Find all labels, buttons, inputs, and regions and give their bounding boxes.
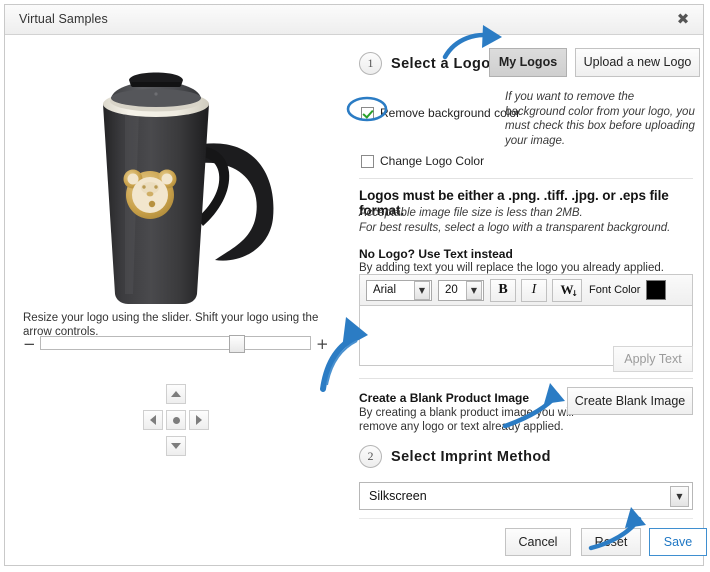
logo-format-notes: Acceptable image file size is less than … [359,206,705,235]
text-tool-subline: By adding text you will replace the logo… [359,262,664,274]
step-1-number: 1 [359,52,382,75]
center-dot-icon [172,416,180,424]
divider [359,518,693,519]
font-size-value: 20 [445,284,458,296]
blank-image-headline: Create a Blank Product Image [359,391,530,405]
font-color-label: Font Color [589,284,641,296]
nudge-left-button[interactable] [143,410,163,430]
font-family-value: Arial [373,284,397,296]
step-2-number: 2 [359,445,382,468]
bold-button[interactable]: B [490,278,516,302]
chevron-down-icon[interactable]: ▼ [670,485,689,507]
nudge-up-button[interactable] [166,384,186,404]
virtual-samples-dialog: Virtual Samples ✖ Resize your logo using… [4,4,707,567]
nudge-center-button[interactable] [166,410,186,430]
slider-track[interactable] [40,335,311,353]
nudge-right-button[interactable] [189,410,209,430]
product-image [5,36,345,306]
font-family-select[interactable]: Arial ▼ [366,279,432,301]
chevron-down-icon[interactable]: ▼ [466,280,482,300]
close-icon[interactable]: ✖ [674,10,692,28]
cancel-button[interactable]: Cancel [505,528,571,556]
logo-size-slider[interactable]: − + [23,333,329,355]
blank-image-subline: By creating a blank product image you wi… [359,407,574,433]
step-2-header: 2 Select Imprint Method [359,445,551,468]
apply-text-button[interactable]: Apply Text [613,346,693,372]
wordart-arrow-icon: ↓ [571,288,578,298]
upload-new-logo-button[interactable]: Upload a new Logo [575,48,700,77]
slider-increase-icon[interactable]: + [316,335,329,353]
slider-decrease-icon[interactable]: − [23,335,36,353]
chevron-down-icon[interactable]: ▼ [414,280,430,300]
change-logo-color-checkbox[interactable]: Change Logo Color [361,154,484,168]
step-1-header: 1 Select a Logo [359,52,490,75]
logo-format-line-2: For best results, select a logo with a t… [359,221,671,234]
reset-button[interactable]: Reset [581,528,641,556]
options-pane: 1 Select a Logo My Logos Upload a new Lo… [345,36,707,567]
logo-format-line-1: Acceptable image file size is less than … [359,207,583,219]
checkbox-box[interactable] [361,154,374,168]
arrow-left-icon [150,415,156,425]
remove-background-color-label: Remove background color [380,106,521,120]
text-editor-toolbar: Arial ▼ 20 ▼ B I W ↓ Font Color [359,274,693,306]
checkbox-box[interactable] [361,106,374,120]
logo-nudge-controls [143,384,209,456]
font-color-swatch[interactable] [646,280,667,300]
step-1-label: Select a Logo [391,55,491,72]
save-button[interactable]: Save [649,528,707,556]
divider [359,178,693,179]
arrow-down-icon [171,443,181,449]
create-blank-image-button[interactable]: Create Blank Image [567,387,693,415]
dialog-title: Virtual Samples [19,12,108,26]
font-size-select[interactable]: 20 ▼ [438,279,484,301]
dialog-titlebar: Virtual Samples ✖ [5,5,703,35]
wordart-button[interactable]: W ↓ [552,278,582,302]
imprint-method-select[interactable]: Silkscreen ▼ [359,482,693,510]
change-logo-color-label: Change Logo Color [380,154,485,168]
slider-handle[interactable] [229,335,246,353]
nudge-down-button[interactable] [166,436,186,456]
imprint-method-value: Silkscreen [369,489,427,503]
remove-background-color-checkbox[interactable]: Remove background color [361,106,520,120]
my-logos-button[interactable]: My Logos [489,48,567,77]
product-preview-pane: Resize your logo using the slider. Shift… [5,36,345,567]
arrow-right-icon [196,415,202,425]
arrow-up-icon [171,391,181,397]
remove-background-help-text: If you want to remove the background col… [505,91,695,147]
italic-button[interactable]: I [521,278,547,302]
divider [359,378,693,379]
step-2-label: Select Imprint Method [391,448,551,465]
text-tool-headline: No Logo? Use Text instead [359,247,513,261]
